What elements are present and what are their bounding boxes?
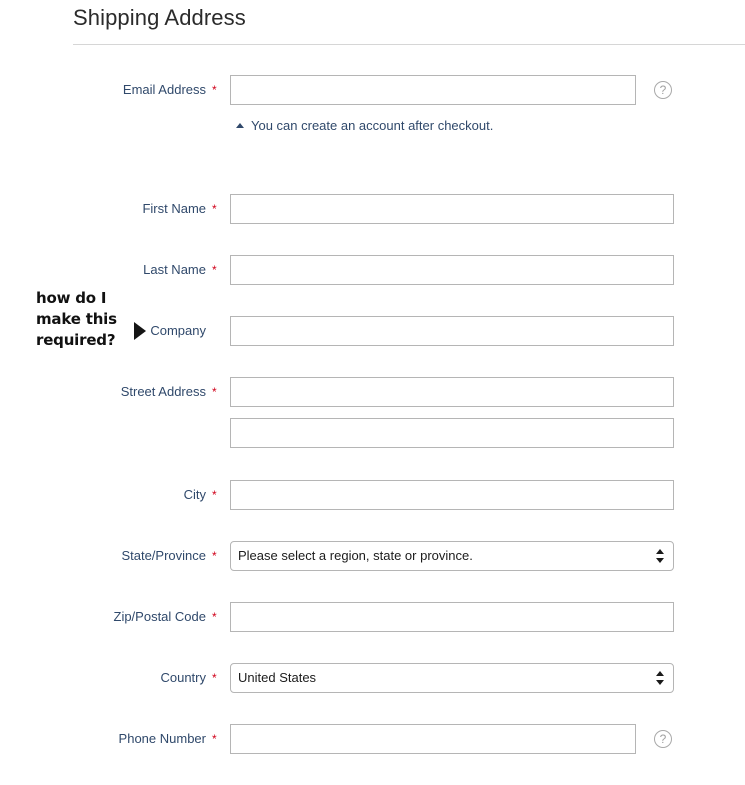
triangle-up-icon (236, 123, 244, 128)
company-input[interactable] (230, 316, 674, 346)
required-marker-phone: * (212, 732, 217, 746)
header-divider (73, 44, 745, 45)
create-account-hint-label: You can create an account after checkout… (251, 118, 494, 133)
field-row-first-name: First Name * (0, 194, 745, 224)
label-email: Email Address (122, 82, 206, 97)
field-row-city: City * (0, 480, 745, 510)
field-row-email: Email Address * ? (0, 75, 745, 105)
label-last-name: Last Name (143, 262, 206, 277)
phone-number-input[interactable] (230, 724, 636, 754)
field-row-country: Country * United States (0, 663, 745, 693)
shipping-address-form: Shipping Address Email Address * ? You c… (0, 0, 745, 785)
city-input[interactable] (230, 480, 674, 510)
chevron-updown-icon (656, 670, 665, 686)
required-marker-state-province: * (212, 549, 217, 563)
zip-postal-code-input[interactable] (230, 602, 674, 632)
country-selected-value: United States (238, 670, 317, 685)
last-name-input[interactable] (230, 255, 674, 285)
form-header: Shipping Address (73, 0, 745, 33)
help-circle-icon[interactable]: ? (654, 730, 672, 748)
label-phone-number: Phone Number (118, 731, 206, 746)
email-input[interactable] (230, 75, 636, 105)
state-province-select[interactable]: Please select a region, state or provinc… (230, 541, 674, 571)
label-zip-postal-code: Zip/Postal Code (113, 609, 207, 624)
required-marker-city: * (212, 488, 217, 502)
label-first-name: First Name (142, 201, 206, 216)
required-marker-email: * (212, 83, 217, 97)
street-address-line1-input[interactable] (230, 377, 674, 407)
label-state-province: State/Province (121, 548, 206, 563)
field-row-street-address-2 (0, 418, 745, 448)
label-city: City (183, 487, 206, 502)
chevron-updown-icon (656, 548, 665, 564)
field-row-last-name: Last Name * (0, 255, 745, 285)
help-circle-icon[interactable]: ? (654, 81, 672, 99)
street-address-line2-input[interactable] (230, 418, 674, 448)
create-account-hint[interactable]: You can create an account after checkout… (236, 117, 493, 135)
required-marker-zip: * (212, 610, 217, 624)
triangle-right-icon (134, 322, 146, 340)
required-marker-last-name: * (212, 263, 217, 277)
page-title: Shipping Address (73, 5, 246, 30)
required-marker-country: * (212, 671, 217, 685)
country-select[interactable]: United States (230, 663, 674, 693)
field-row-state: State/Province * Please select a region,… (0, 541, 745, 571)
field-row-phone: Phone Number * ? (0, 724, 745, 754)
field-row-street-address: Street Address * (0, 377, 745, 407)
label-country: Country (160, 670, 206, 685)
required-marker-street-address: * (212, 385, 217, 399)
field-row-zip: Zip/Postal Code * (0, 602, 745, 632)
required-marker-first-name: * (212, 202, 217, 216)
state-province-selected-value: Please select a region, state or provinc… (238, 548, 473, 563)
first-name-input[interactable] (230, 194, 674, 224)
annotation-text: how do I make this required? (36, 289, 117, 349)
label-street-address: Street Address (120, 384, 206, 399)
